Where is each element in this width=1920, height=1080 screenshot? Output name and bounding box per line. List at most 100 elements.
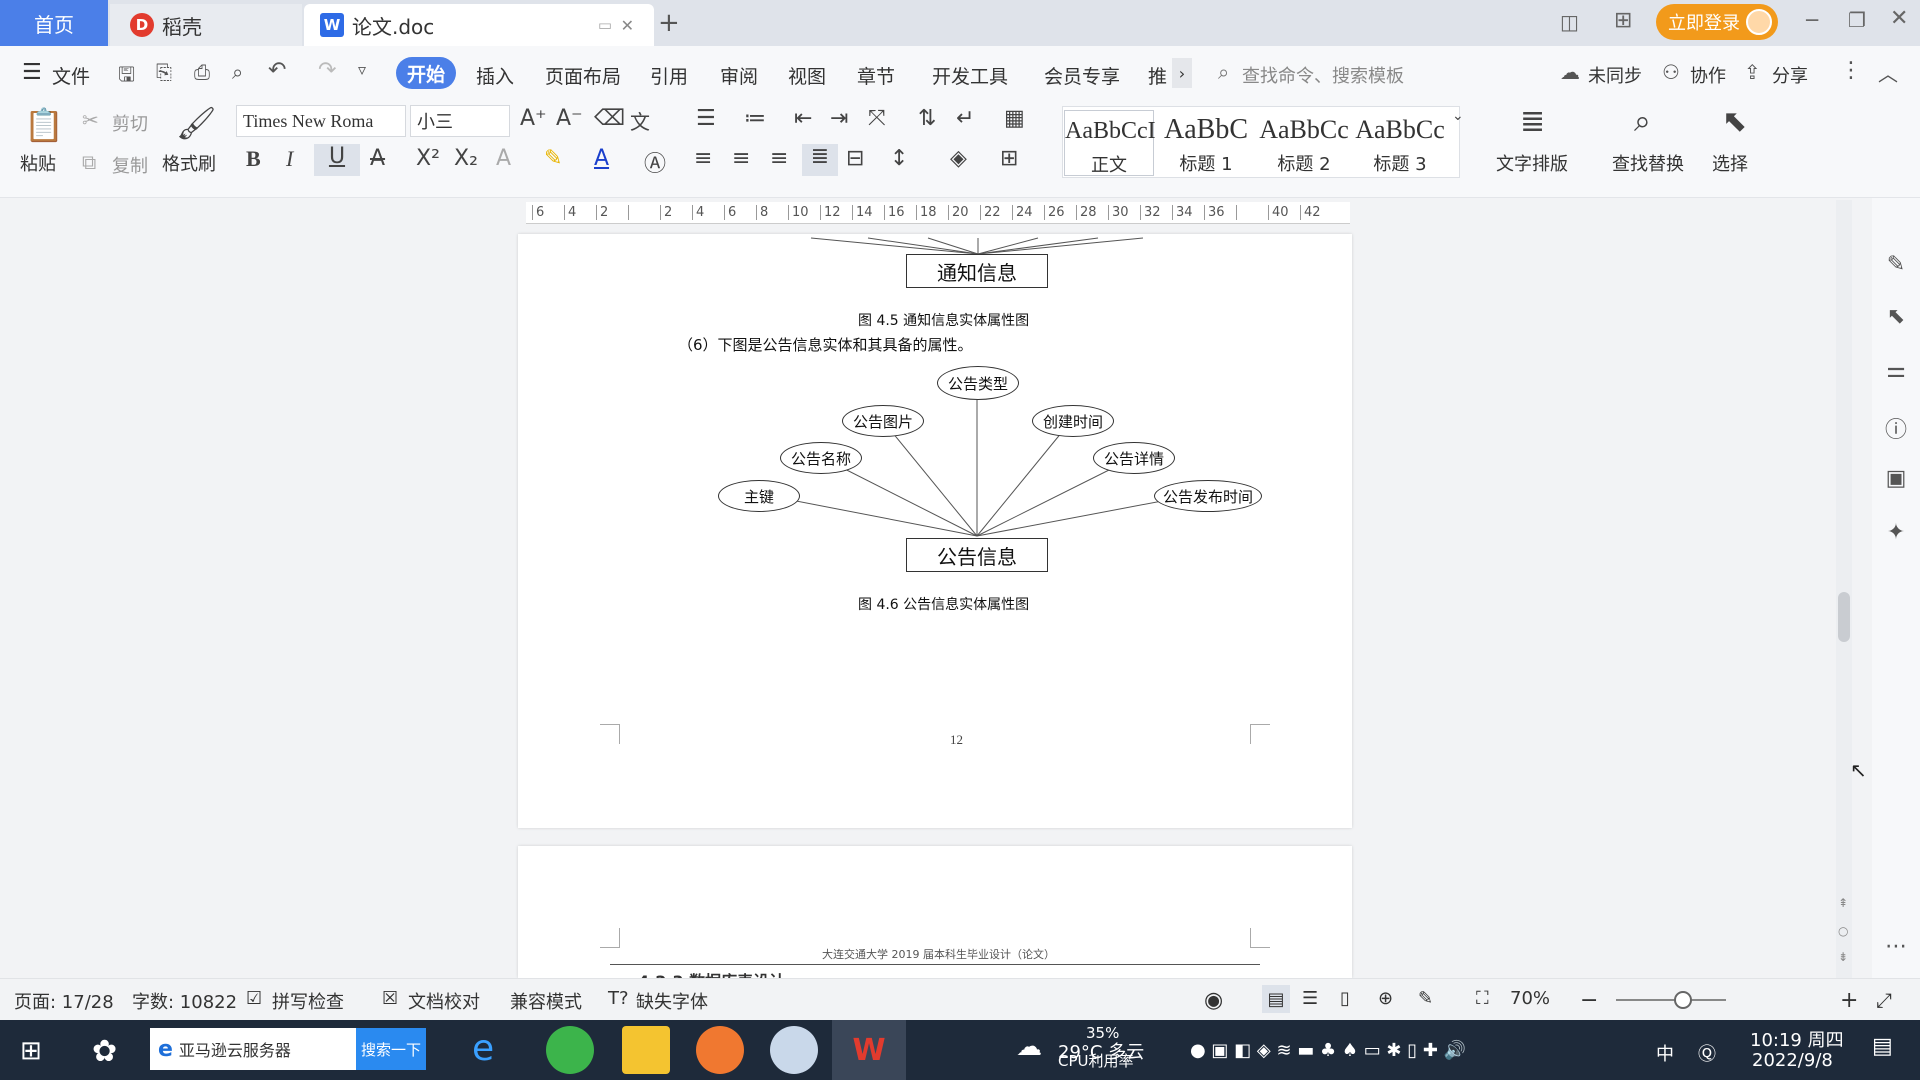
fit-page-icon[interactable]: ⛶ [1476, 988, 1489, 1009]
grow-font-icon[interactable]: A⁺ [520, 106, 547, 131]
align-left-icon[interactable]: ≡ [694, 146, 712, 171]
highlight-icon[interactable]: ✎ [544, 146, 562, 171]
close-tab-icon[interactable]: ✕ [621, 16, 634, 35]
zoom-in-icon[interactable]: + [1840, 988, 1858, 1013]
bullets-icon[interactable]: ☰ [696, 106, 716, 131]
reading-view-icon[interactable]: ▯ [1340, 988, 1350, 1009]
ie-browser-icon[interactable]: e [472, 1028, 494, 1069]
paste-button[interactable]: 粘贴 [20, 150, 56, 176]
tab-daoke[interactable]: D 稻壳 [110, 4, 302, 46]
horizontal-ruler[interactable]: 6 4 2 2 4 6 8 10 12 14 16 18 20 22 24 26 28 30 32 34 36 40 42 [526, 202, 1350, 224]
fullscreen-icon[interactable]: ⤢ [1876, 988, 1892, 1012]
underline-icon[interactable]: U [314, 144, 360, 176]
copy-button[interactable]: 复制 [112, 152, 148, 178]
layout-icon[interactable]: ◫ [1560, 10, 1579, 34]
styles-scroll-icon[interactable]: ⌄ [1452, 108, 1464, 124]
next-page-icon[interactable]: ⇟ [1838, 950, 1848, 964]
document-page-next[interactable]: 大连交通大学 2019 届本科生毕业设计（论文） 4.2.3 数据库表设计 [518, 846, 1352, 978]
menu-review[interactable]: 审阅 [720, 62, 758, 89]
decrease-indent-icon[interactable]: ⇤ [794, 106, 812, 131]
save-icon[interactable]: 🖫 [118, 60, 135, 94]
page-view-icon[interactable]: ▤ [1262, 985, 1290, 1013]
menu-recommend[interactable]: 推 [1148, 62, 1167, 89]
clock-time[interactable]: 10:19 周四 [1750, 1026, 1844, 1052]
close-window-icon[interactable]: ✕ [1890, 6, 1908, 31]
line-spacing-icon[interactable]: ↕ [890, 146, 908, 171]
paste-icon[interactable]: 📋 [24, 106, 64, 144]
login-button[interactable]: 立即登录 [1656, 4, 1778, 40]
pointer-icon[interactable]: ⬉ [1872, 304, 1920, 329]
chinese-layout-icon[interactable]: ⤧ [868, 106, 886, 131]
copy-icon[interactable]: ⧉ [82, 150, 96, 174]
zoom-slider-handle[interactable] [1674, 991, 1692, 1009]
more-options-icon[interactable]: ⋮ [1840, 58, 1862, 83]
apps-grid-icon[interactable]: ⊞ [1614, 8, 1632, 33]
find-replace-button[interactable]: 查找替换 [1612, 150, 1684, 176]
menu-view[interactable]: 视图 [788, 62, 826, 89]
shrink-font-icon[interactable]: A⁻ [556, 106, 583, 131]
spellcheck-button[interactable]: 拼写检查 [272, 988, 344, 1014]
select-button[interactable]: 选择 [1712, 150, 1748, 176]
export-icon[interactable]: ⎘ [156, 60, 172, 84]
game-app-icon[interactable] [696, 1026, 744, 1074]
word-count[interactable]: 字数: 10822 [132, 988, 237, 1014]
qq-icon[interactable]: Ⓠ [1698, 1040, 1716, 1066]
write-view-icon[interactable]: ✎ [1418, 988, 1433, 1009]
eye-protect-icon[interactable]: ◉ [1204, 988, 1223, 1013]
style-normal[interactable]: AaBbCcI 正文 [1064, 110, 1156, 176]
show-marks-icon[interactable]: ↵ [956, 106, 974, 131]
format-painter-icon[interactable]: 🖌 [176, 104, 217, 142]
align-center-icon[interactable]: ≡ [732, 146, 750, 171]
strikethrough-icon[interactable]: A [370, 146, 385, 171]
menu-chapter[interactable]: 章节 [857, 62, 895, 89]
app-swirl-icon[interactable]: ✿ [92, 1034, 117, 1069]
font-name-select[interactable]: Times New Roma [236, 105, 406, 137]
print-icon[interactable]: ⎙ [194, 60, 210, 84]
superscript-icon[interactable]: X² [416, 146, 440, 171]
subscript-icon[interactable]: X₂ [454, 146, 478, 171]
clock-date[interactable]: 2022/9/8 [1752, 1050, 1833, 1071]
menu-member[interactable]: 会员专享 [1044, 62, 1120, 89]
select-browse-icon[interactable]: ○ [1838, 924, 1848, 938]
scrollbar-thumb[interactable] [1838, 592, 1850, 642]
shading-icon[interactable]: ◈ [950, 146, 967, 171]
menu-more-icon[interactable]: › [1172, 58, 1192, 88]
collapse-ribbon-icon[interactable]: ︿ [1878, 58, 1898, 87]
zoom-level[interactable]: 70% [1510, 988, 1550, 1009]
font-size-select[interactable]: 小三 [410, 105, 510, 137]
taskbar-search-button[interactable]: 搜索一下 [356, 1028, 426, 1070]
tray-icons[interactable]: ● ▣ ◧ ◈ ≋ ▬ ♣ ♠ ▭ ✱ ▯ ✚ 🔊 [1190, 1040, 1466, 1061]
share-button[interactable]: 分享 [1772, 62, 1808, 88]
new-tab-icon[interactable]: + [658, 8, 680, 38]
restore-icon[interactable]: ❐ [1848, 8, 1866, 32]
zoom-out-icon[interactable]: − [1580, 988, 1598, 1013]
menu-file[interactable]: 文件 [52, 62, 90, 89]
document-page[interactable]: 通知信息 图 4.5 通知信息实体属性图 （6）下图是公告信息实体和其具备的属性… [518, 234, 1352, 828]
sort-icon[interactable]: ⇅ [918, 106, 936, 131]
cut-icon[interactable]: ✂ [82, 108, 99, 132]
style-heading1[interactable]: AaBbC 标题 1 [1160, 110, 1252, 176]
font-color-icon[interactable]: A [594, 146, 609, 171]
command-search-input[interactable]: 查找命令、搜索模板 [1242, 62, 1404, 88]
phonetic-icon[interactable]: 文 [630, 106, 650, 135]
chat-app-icon[interactable] [770, 1026, 818, 1074]
italic-icon[interactable]: I [286, 146, 293, 172]
menu-start[interactable]: 开始 [396, 57, 456, 89]
collab-button[interactable]: 协作 [1690, 62, 1726, 88]
style-heading2[interactable]: AaBbCc 标题 2 [1258, 110, 1350, 176]
ime-indicator[interactable]: 中 [1656, 1040, 1674, 1066]
missing-font-button[interactable]: 缺失字体 [636, 988, 708, 1014]
menu-insert[interactable]: 插入 [476, 62, 514, 89]
ai-icon[interactable]: ✦ [1872, 520, 1920, 545]
sync-button[interactable]: 未同步 [1588, 62, 1642, 88]
distribute-icon[interactable]: ⊟ [846, 146, 864, 171]
clear-format-icon[interactable]: ⌫ [594, 106, 625, 131]
adjust-icon[interactable]: ⚌ [1872, 358, 1920, 383]
tab-document[interactable]: W 论文.doc ✕ ▭ [304, 4, 654, 46]
image-tools-icon[interactable]: ▣ [1872, 466, 1920, 491]
more-tools-icon[interactable]: ⋯ [1872, 934, 1920, 959]
menu-dev-tools[interactable]: 开发工具 [932, 62, 1008, 89]
justify-icon[interactable]: ≣ [802, 144, 838, 176]
char-border-icon[interactable]: Ⓐ [644, 146, 666, 178]
bold-icon[interactable]: B [246, 146, 261, 172]
